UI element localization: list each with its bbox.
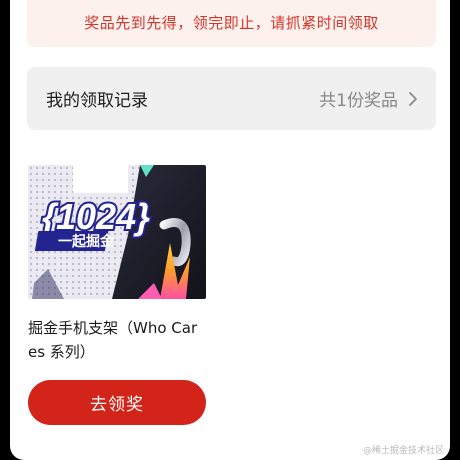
notice-text: 奖品先到先得，领完即止，请抓紧时间领取 [84,14,379,32]
notice-banner: 奖品先到先得，领完即止，请抓紧时间领取 [27,0,436,47]
prize-card[interactable]: {1024} 一起掘金 掘金手机支架（Who Cares 系列） [28,165,206,364]
chevron-right-icon [409,91,417,106]
reward-panel: 奖品先到先得，领完即止，请抓紧时间领取 我的领取记录 共1份奖品 {1024} … [10,0,450,460]
watermark: @稀土掘金技术社区 [362,446,444,456]
prize-name: 掘金手机支架（Who Cares 系列） [28,319,198,361]
prize-image: {1024} 一起掘金 [28,165,206,299]
claim-button-label: 去领奖 [90,395,144,415]
claim-prize-button[interactable]: 去领奖 [28,380,206,425]
prize-image-title: {1024} [42,196,150,237]
prize-image-subtitle: 一起掘金 [58,233,115,250]
records-count: 共1份奖品 [319,91,398,111]
records-title: 我的领取记录 [46,91,148,111]
my-records-row[interactable]: 我的领取记录 共1份奖品 [27,67,436,130]
records-summary: 共1份奖品 [319,86,418,111]
